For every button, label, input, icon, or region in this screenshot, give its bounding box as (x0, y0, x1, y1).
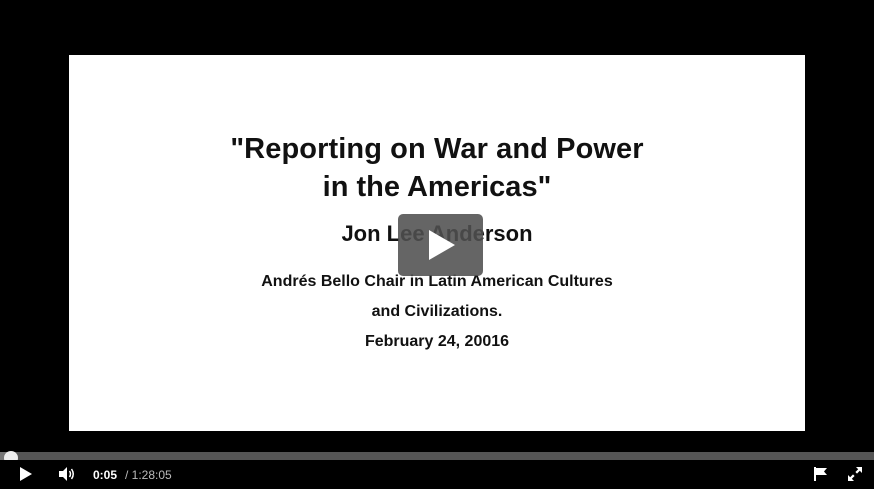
slide-date: February 24, 20016 (364, 333, 510, 350)
slide-title-line2: in the Americas" (322, 171, 552, 203)
play-button[interactable] (19, 466, 33, 487)
fullscreen-button[interactable] (847, 466, 863, 487)
video-stage[interactable]: "Reporting on War and Power in the Ameri… (0, 0, 874, 452)
report-flag-button[interactable] (813, 466, 829, 487)
big-play-button[interactable] (398, 214, 483, 276)
slide-title-line1: "Reporting on War and Power (230, 133, 644, 165)
fullscreen-icon (848, 467, 862, 481)
control-bar: 0:05 / 1:28:05 (0, 460, 874, 489)
play-icon (20, 467, 32, 481)
duration: / 1:28:05 (125, 468, 172, 482)
video-player[interactable]: "Reporting on War and Power in the Ameri… (0, 0, 874, 489)
flag-icon (814, 467, 827, 481)
progress-bar[interactable] (0, 452, 874, 460)
current-time: 0:05 (93, 468, 118, 482)
volume-button[interactable] (58, 466, 76, 487)
big-play-icon (429, 230, 455, 260)
volume-icon (59, 467, 74, 481)
slide-chair-line2: and Civilizations. (371, 303, 503, 320)
